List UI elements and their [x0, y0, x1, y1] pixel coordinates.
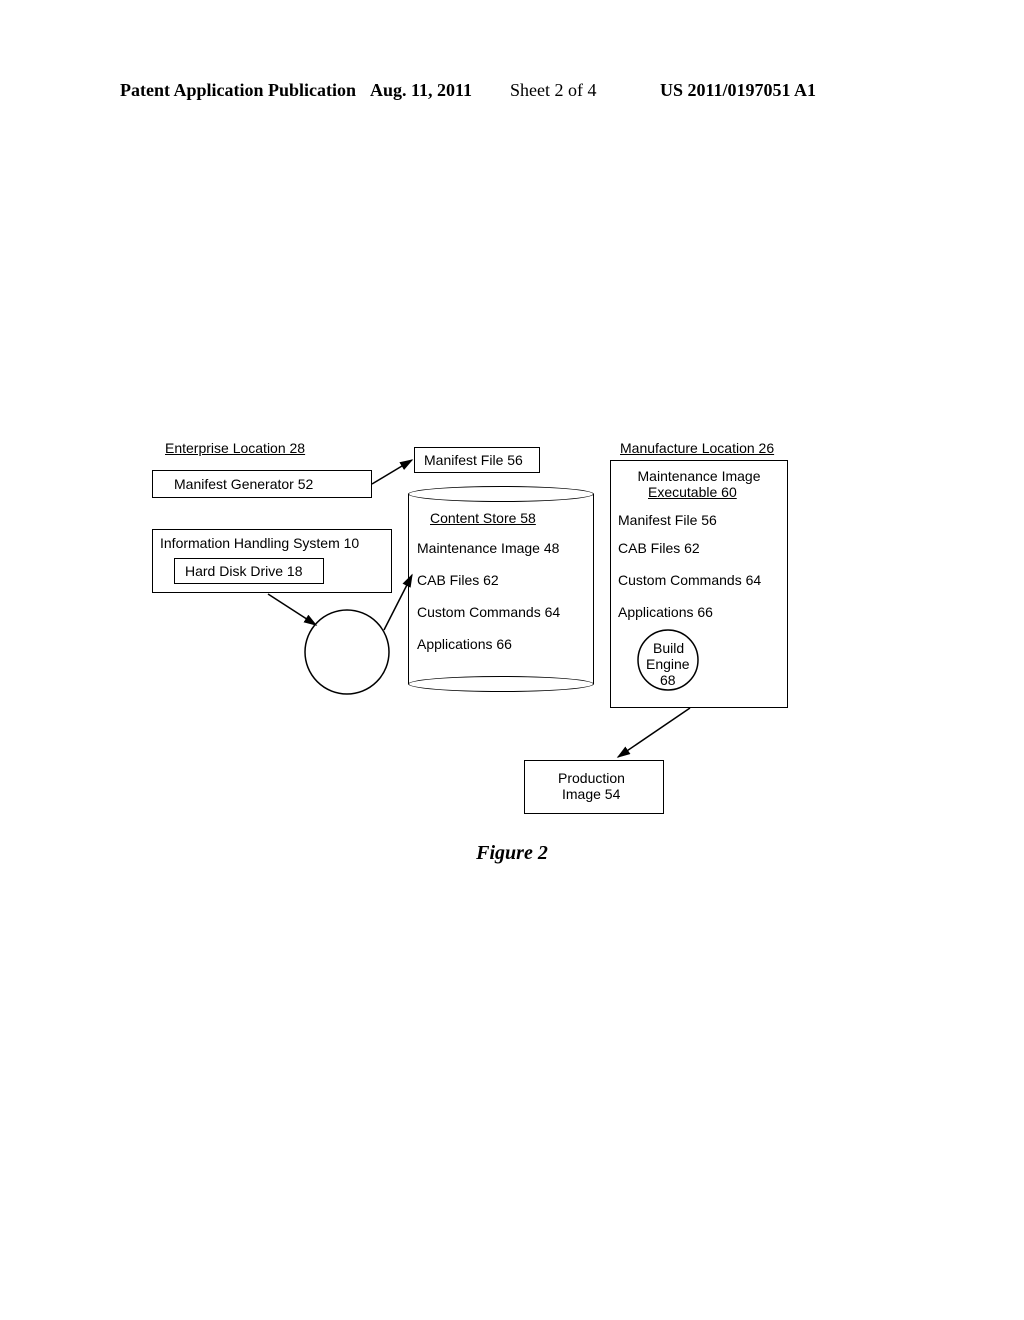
content-store-cylinder-top — [408, 486, 594, 502]
content-store-cab-files: CAB Files 62 — [417, 572, 499, 588]
header-pubno: US 2011/0197051 A1 — [660, 80, 816, 101]
maintenance-image-exec-l2: Executable 60 — [648, 484, 737, 500]
header-publication: Patent Application Publication — [120, 80, 356, 101]
figure-caption: Figure 2 — [0, 842, 1024, 865]
information-handling-system-label: Information Handling System 10 — [160, 535, 359, 551]
manufacture-applications: Applications 66 — [618, 604, 713, 620]
production-image-l1: Production — [558, 770, 625, 786]
content-store-maintenance-image: Maintenance Image 48 — [417, 540, 559, 556]
production-image-l2: Image 54 — [562, 786, 620, 802]
header-sheet: Sheet 2 of 4 — [510, 80, 596, 101]
build-engine-l3: 68 — [660, 672, 676, 688]
capture-l4: Utility 50 — [320, 670, 374, 686]
manifest-generator-label: Manifest Generator 52 — [174, 476, 313, 492]
content-store-custom-commands: Custom Commands 64 — [417, 604, 560, 620]
manufacture-location-label: Manufacture Location 26 — [620, 440, 774, 456]
hard-disk-drive-label: Hard Disk Drive 18 — [185, 563, 302, 579]
manufacture-cab-files: CAB Files 62 — [618, 540, 700, 556]
header-date: Aug. 11, 2011 — [370, 80, 472, 101]
content-store-cylinder-bottom — [408, 676, 594, 692]
maintenance-image-exec-l1: Maintenance Image — [624, 468, 774, 484]
capture-l2: Image — [327, 638, 366, 654]
build-engine-l1: Build — [653, 640, 684, 656]
enterprise-location-label: Enterprise Location 28 — [165, 440, 305, 456]
content-store-applications: Applications 66 — [417, 636, 512, 652]
manufacture-manifest-file: Manifest File 56 — [618, 512, 717, 528]
capture-l3: Capture — [321, 654, 371, 670]
page: Patent Application Publication Aug. 11, … — [0, 0, 1024, 1320]
content-store-title: Content Store 58 — [430, 510, 536, 526]
build-engine-l2: Engine — [646, 656, 690, 672]
manufacture-custom-commands: Custom Commands 64 — [618, 572, 761, 588]
capture-l1: Local — [330, 622, 363, 638]
manifest-file-label: Manifest File 56 — [424, 452, 523, 468]
